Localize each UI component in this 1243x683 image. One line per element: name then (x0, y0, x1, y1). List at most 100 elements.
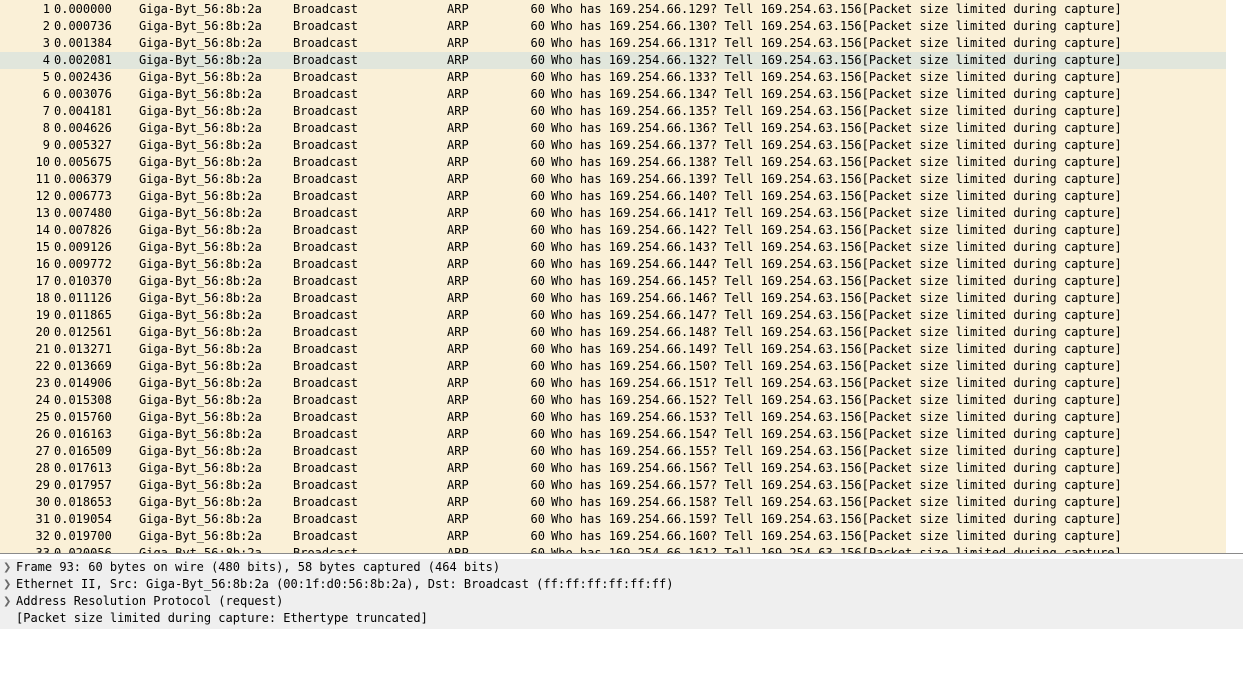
table-row[interactable]: 28 0.017613 Giga-Byt_56:8b:2a Broadcast ARP 6… (0, 460, 1226, 477)
detail-row-arp[interactable]: ❯ Address Resolution Protocol (request) (0, 593, 1243, 610)
table-row[interactable]: 8 0.004626 Giga-Byt_56:8b:2a Broadcast ARP 60… (0, 120, 1226, 137)
packet-length: 60 (530, 2, 545, 16)
table-row[interactable]: 10 0.005675 Giga-Byt_56:8b:2a Broadcast ARP 6… (0, 154, 1226, 171)
packet-destination: Broadcast (293, 410, 359, 424)
packet-source: Giga-Byt_56:8b:2a (139, 393, 262, 407)
table-row[interactable]: 33 0.020056 Giga-Byt_56:8b:2a Broadcast ARP 6… (0, 545, 1226, 553)
table-row[interactable]: 24 0.015308 Giga-Byt_56:8b:2a Broadcast ARP 6… (0, 392, 1226, 409)
packet-info: Who has 169.254.66.130? Tell 169.254.63.… (551, 19, 1122, 33)
table-row[interactable]: 19 0.011865 Giga-Byt_56:8b:2a Broadcast ARP 6… (0, 307, 1226, 324)
packet-info: Who has 169.254.66.153? Tell 169.254.63.… (551, 410, 1122, 424)
table-row[interactable]: 18 0.011126 Giga-Byt_56:8b:2a Broadcast ARP 6… (0, 290, 1226, 307)
packet-protocol: ARP (447, 87, 469, 101)
table-row[interactable]: 31 0.019054 Giga-Byt_56:8b:2a Broadcast ARP 6… (0, 511, 1226, 528)
detail-row-ethernet[interactable]: ❯ Ethernet II, Src: Giga-Byt_56:8b:2a (0… (0, 576, 1243, 593)
packet-length: 60 (530, 240, 545, 254)
table-row[interactable]: 3 0.001384 Giga-Byt_56:8b:2a Broadcast ARP 60… (0, 35, 1226, 52)
packet-source: Giga-Byt_56:8b:2a (139, 53, 262, 67)
table-row[interactable]: 12 0.006773 Giga-Byt_56:8b:2a Broadcast ARP 6… (0, 188, 1226, 205)
packet-protocol: ARP (447, 70, 469, 84)
table-row[interactable]: 26 0.016163 Giga-Byt_56:8b:2a Broadcast ARP 6… (0, 426, 1226, 443)
table-row[interactable]: 1 0.000000 Giga-Byt_56:8b:2a Broadcast ARP 60… (0, 1, 1226, 18)
table-row[interactable]: 17 0.010370 Giga-Byt_56:8b:2a Broadcast ARP 6… (0, 273, 1226, 290)
table-row[interactable]: 9 0.005327 Giga-Byt_56:8b:2a Broadcast ARP 60… (0, 137, 1226, 154)
chevron-right-icon[interactable]: ❯ (3, 576, 13, 593)
packet-protocol: ARP (447, 529, 469, 543)
packet-info: Who has 169.254.66.141? Tell 169.254.63.… (551, 206, 1122, 220)
table-row[interactable]: 32 0.019700 Giga-Byt_56:8b:2a Broadcast ARP 6… (0, 528, 1226, 545)
table-row[interactable]: 11 0.006379 Giga-Byt_56:8b:2a Broadcast ARP 6… (0, 171, 1226, 188)
packet-length: 60 (530, 308, 545, 322)
table-row[interactable]: 29 0.017957 Giga-Byt_56:8b:2a Broadcast ARP 6… (0, 477, 1226, 494)
packet-destination: Broadcast (293, 325, 359, 339)
packet-destination: Broadcast (293, 274, 359, 288)
table-row[interactable]: 22 0.013669 Giga-Byt_56:8b:2a Broadcast ARP 6… (0, 358, 1226, 375)
packet-time: 0.017613 (54, 461, 112, 475)
chevron-right-icon[interactable]: ❯ (3, 559, 13, 576)
packet-time: 0.019054 (54, 512, 112, 526)
table-row[interactable]: 5 0.002436 Giga-Byt_56:8b:2a Broadcast ARP 60… (0, 69, 1226, 86)
table-row[interactable]: 13 0.007480 Giga-Byt_56:8b:2a Broadcast ARP 6… (0, 205, 1226, 222)
table-row[interactable]: 30 0.018653 Giga-Byt_56:8b:2a Broadcast ARP 6… (0, 494, 1226, 511)
packet-source: Giga-Byt_56:8b:2a (139, 87, 262, 101)
table-row[interactable]: 23 0.014906 Giga-Byt_56:8b:2a Broadcast ARP 6… (0, 375, 1226, 392)
packet-time: 0.011865 (54, 308, 112, 322)
packet-number: 11 (35, 172, 50, 186)
packet-list[interactable]: 1 0.000000 Giga-Byt_56:8b:2a Broadcast ARP 60… (0, 0, 1226, 553)
packet-time: 0.009772 (54, 257, 112, 271)
packet-protocol: ARP (447, 138, 469, 152)
table-row[interactable]: 2 0.000736 Giga-Byt_56:8b:2a Broadcast ARP 60… (0, 18, 1226, 35)
packet-number: 12 (35, 189, 50, 203)
packet-number: 18 (35, 291, 50, 305)
packet-length: 60 (530, 444, 545, 458)
chevron-right-icon[interactable]: ❯ (3, 593, 13, 610)
packet-destination: Broadcast (293, 546, 359, 553)
packet-source: Giga-Byt_56:8b:2a (139, 189, 262, 203)
packet-destination: Broadcast (293, 342, 359, 356)
table-row-selected[interactable]: 4 0.002081 Giga-Byt_56:8b:2a Broadcast ARP 60… (0, 52, 1226, 69)
packet-protocol: ARP (447, 240, 469, 254)
table-row[interactable]: 7 0.004181 Giga-Byt_56:8b:2a Broadcast ARP 60… (0, 103, 1226, 120)
table-row[interactable]: 21 0.013271 Giga-Byt_56:8b:2a Broadcast ARP 6… (0, 341, 1226, 358)
packet-source: Giga-Byt_56:8b:2a (139, 223, 262, 237)
packet-protocol: ARP (447, 172, 469, 186)
table-row[interactable]: 20 0.012561 Giga-Byt_56:8b:2a Broadcast ARP 6… (0, 324, 1226, 341)
packet-protocol: ARP (447, 393, 469, 407)
packet-protocol: ARP (447, 478, 469, 492)
packet-number: 6 (42, 87, 50, 101)
packet-time: 0.017957 (54, 478, 112, 492)
packet-length: 60 (530, 376, 545, 390)
packet-source: Giga-Byt_56:8b:2a (139, 274, 262, 288)
table-row[interactable]: 6 0.003076 Giga-Byt_56:8b:2a Broadcast ARP 60… (0, 86, 1226, 103)
packet-number: 15 (35, 240, 50, 254)
packet-source: Giga-Byt_56:8b:2a (139, 308, 262, 322)
packet-info: Who has 169.254.66.145? Tell 169.254.63.… (551, 274, 1122, 288)
packet-destination: Broadcast (293, 359, 359, 373)
table-row[interactable]: 15 0.009126 Giga-Byt_56:8b:2a Broadcast ARP 6… (0, 239, 1226, 256)
packet-source: Giga-Byt_56:8b:2a (139, 2, 262, 16)
packet-number: 32 (35, 529, 50, 543)
packet-source: Giga-Byt_56:8b:2a (139, 359, 262, 373)
packet-source: Giga-Byt_56:8b:2a (139, 206, 262, 220)
detail-row-note[interactable]: [Packet size limited during capture: Eth… (0, 610, 1243, 627)
packet-source: Giga-Byt_56:8b:2a (139, 529, 262, 543)
packet-info: Who has 169.254.66.151? Tell 169.254.63.… (551, 376, 1122, 390)
table-row[interactable]: 14 0.007826 Giga-Byt_56:8b:2a Broadcast ARP 6… (0, 222, 1226, 239)
packet-protocol: ARP (447, 206, 469, 220)
table-row[interactable]: 16 0.009772 Giga-Byt_56:8b:2a Broadcast ARP 6… (0, 256, 1226, 273)
packet-destination: Broadcast (293, 172, 359, 186)
packet-number: 1 (42, 2, 50, 16)
detail-row-frame[interactable]: ❯ Frame 93: 60 bytes on wire (480 bits),… (0, 559, 1243, 576)
packet-time: 0.011126 (54, 291, 112, 305)
packet-time: 0.019700 (54, 529, 112, 543)
packet-protocol: ARP (447, 36, 469, 50)
table-row[interactable]: 25 0.015760 Giga-Byt_56:8b:2a Broadcast ARP 6… (0, 409, 1226, 426)
packet-destination: Broadcast (293, 512, 359, 526)
packet-number: 29 (35, 478, 50, 492)
table-row[interactable]: 27 0.016509 Giga-Byt_56:8b:2a Broadcast ARP 6… (0, 443, 1226, 460)
packet-number: 33 (35, 546, 50, 553)
packet-list-scrollbar[interactable] (1226, 0, 1243, 553)
packet-number: 3 (42, 36, 50, 50)
packet-number: 28 (35, 461, 50, 475)
packet-details-pane[interactable]: ❯ Frame 93: 60 bytes on wire (480 bits),… (0, 559, 1243, 629)
